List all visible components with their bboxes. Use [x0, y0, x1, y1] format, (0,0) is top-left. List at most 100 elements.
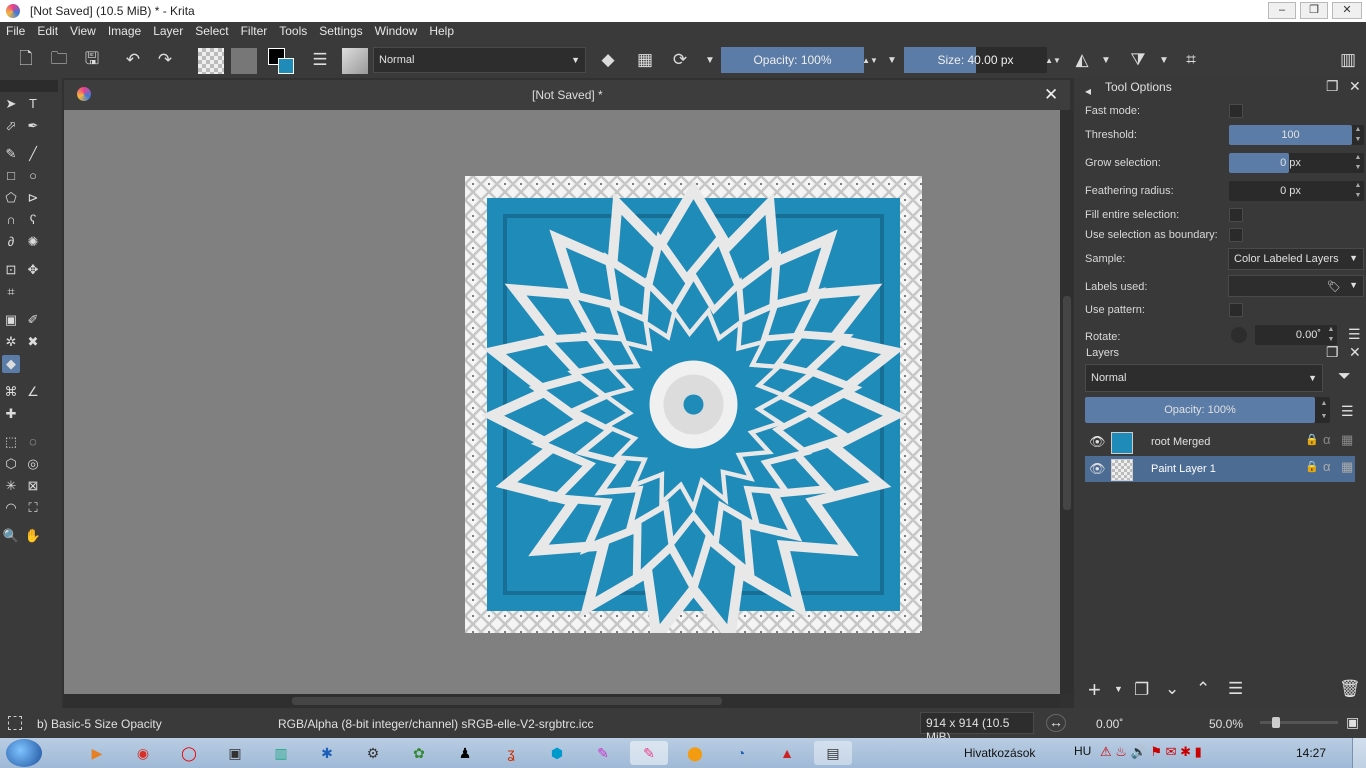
- layer-name[interactable]: Paint Layer 1: [1151, 463, 1216, 475]
- visibility-eye-icon[interactable]: 👁: [1089, 461, 1106, 477]
- visibility-eye-icon[interactable]: 👁: [1089, 434, 1106, 450]
- threshold-slider[interactable]: 100 ▲ ▼: [1229, 125, 1364, 145]
- smart-patch-icon[interactable]: ✲: [2, 333, 20, 351]
- freehand-brush-icon[interactable]: ✎: [2, 145, 20, 163]
- maximize-button[interactable]: ❐: [1300, 2, 1328, 19]
- menu-tools[interactable]: Tools: [273, 22, 313, 40]
- color-selector[interactable]: [268, 48, 294, 74]
- app-icon[interactable]: ⬢: [538, 741, 576, 765]
- wrap-around-icon[interactable]: ⌗: [1179, 48, 1203, 72]
- chevron-down-icon[interactable]: ▼: [1094, 48, 1118, 72]
- pattern-selector[interactable]: [231, 48, 257, 74]
- document-title[interactable]: [Not Saved] *: [532, 88, 603, 102]
- minimize-button[interactable]: ‒: [1268, 2, 1296, 19]
- fast-mode-checkbox[interactable]: [1229, 104, 1243, 118]
- close-document-icon[interactable]: ✕: [1044, 85, 1058, 105]
- similar-select-icon[interactable]: ⊠: [24, 477, 42, 495]
- media-player-icon[interactable]: ▶: [78, 741, 116, 765]
- blend-mode-select[interactable]: Normal ▼: [373, 47, 586, 73]
- gradient-selector[interactable]: [198, 48, 224, 74]
- inherit-alpha-icon[interactable]: ▦: [1341, 459, 1353, 475]
- feathering-radius-slider[interactable]: 0 px ▲ ▼: [1229, 181, 1364, 201]
- close-panel-icon[interactable]: ✕: [1349, 78, 1361, 95]
- contiguous-select-icon[interactable]: ✳: [2, 477, 20, 495]
- edit-shapes-icon[interactable]: ⬀: [2, 117, 20, 135]
- opacity-slider[interactable]: Opacity: 100%: [721, 47, 864, 73]
- color-picker-icon[interactable]: ✐: [24, 311, 42, 329]
- new-document-icon[interactable]: 🗋: [14, 48, 38, 72]
- float-panel-icon[interactable]: ❐: [1326, 78, 1339, 95]
- polygon-select-icon[interactable]: ⬡: [2, 455, 20, 473]
- layer-properties-icon[interactable]: ☰: [1228, 679, 1243, 699]
- menu-image[interactable]: Image: [102, 22, 147, 40]
- bluetooth-icon[interactable]: ✱: [308, 741, 346, 765]
- show-desktop-button[interactable]: [1352, 738, 1366, 768]
- tray-icons[interactable]: ⚠ ♨ 🔊 ⚑ ✉ ✱ ▮: [1100, 744, 1202, 760]
- menu-filter[interactable]: Filter: [235, 22, 274, 40]
- layer-name[interactable]: root Merged: [1151, 436, 1210, 448]
- alpha-lock-icon[interactable]: α: [1323, 459, 1331, 474]
- close-panel-icon[interactable]: ✕: [1349, 344, 1361, 361]
- chevron-down-icon[interactable]: ▼: [1152, 48, 1176, 72]
- vertical-scrollbar[interactable]: [1060, 110, 1074, 694]
- app-icon[interactable]: ʓ: [492, 741, 530, 765]
- polyline-tool-icon[interactable]: ⊳: [24, 189, 42, 207]
- menu-view[interactable]: View: [64, 22, 102, 40]
- menu-file[interactable]: File: [0, 22, 31, 40]
- workspace-icon[interactable]: ▥: [1336, 48, 1360, 72]
- canvas[interactable]: [64, 110, 1060, 694]
- menu-settings[interactable]: Settings: [313, 22, 368, 40]
- add-layer-icon[interactable]: +: [1088, 677, 1101, 703]
- gradient-tool-icon[interactable]: ▣: [2, 311, 20, 329]
- bezier-tool-icon[interactable]: ∩: [2, 211, 20, 229]
- rectangle-tool-icon[interactable]: □: [2, 167, 20, 185]
- multibrush-icon[interactable]: ✺: [24, 233, 42, 251]
- mirror-horizontal-icon[interactable]: ◭: [1070, 48, 1094, 72]
- app-icon[interactable]: ◔: [722, 741, 760, 765]
- vertical-scroll-thumb[interactable]: [1063, 296, 1071, 510]
- brush-settings-icon[interactable]: ☰: [308, 48, 332, 72]
- text-tool-icon[interactable]: T: [24, 95, 42, 113]
- zoom-slider[interactable]: [1260, 717, 1338, 728]
- fill-entire-selection-checkbox[interactable]: [1229, 208, 1243, 222]
- assistant-icon[interactable]: ⌘: [2, 383, 20, 401]
- clock[interactable]: 14:27: [1296, 746, 1326, 760]
- zoom-handle[interactable]: [1272, 717, 1280, 728]
- move-layer-up-icon[interactable]: ⌃: [1196, 679, 1210, 699]
- app-icon[interactable]: ▣: [216, 741, 254, 765]
- rotate-field[interactable]: 0.00˚ ▲ ▼: [1255, 325, 1337, 345]
- duplicate-layer-icon[interactable]: ❐: [1134, 680, 1149, 700]
- eraser-icon[interactable]: ◆: [596, 48, 620, 72]
- labels-used-select[interactable]: 🏷 ▼: [1228, 275, 1364, 297]
- rect-select-icon[interactable]: ⬚: [2, 433, 20, 451]
- links-toolbar[interactable]: Hivatkozások: [964, 746, 1035, 760]
- rotate-dial[interactable]: [1231, 327, 1247, 343]
- app-icon[interactable]: ♟: [446, 741, 484, 765]
- select-shapes-icon[interactable]: ➤: [2, 95, 20, 113]
- delete-layer-icon[interactable]: 🗑: [1339, 679, 1361, 699]
- reference-tool-icon[interactable]: ✚: [2, 405, 20, 423]
- menu-edit[interactable]: Edit: [31, 22, 64, 40]
- bezier-select-icon[interactable]: ◠: [2, 499, 20, 517]
- ellipse-tool-icon[interactable]: ○: [24, 167, 42, 185]
- undo-icon[interactable]: ↶: [121, 48, 145, 72]
- app-icon[interactable]: ⚙: [354, 741, 392, 765]
- brush-preset-icon[interactable]: [342, 48, 368, 74]
- alpha-lock-icon[interactable]: α: [1323, 432, 1331, 447]
- menu-help[interactable]: Help: [423, 22, 460, 40]
- open-document-icon[interactable]: 🗀: [47, 48, 71, 72]
- app-icon[interactable]: ▲: [768, 741, 806, 765]
- redo-icon[interactable]: ↷: [153, 48, 177, 72]
- mirror-vertical-icon[interactable]: ⧩: [1126, 48, 1150, 72]
- use-selection-boundary-checkbox[interactable]: [1229, 228, 1243, 242]
- ellipse-select-icon[interactable]: ◌: [24, 433, 42, 451]
- app-icon[interactable]: ⬤: [676, 741, 714, 765]
- crop-tool-icon[interactable]: ⌗: [2, 283, 20, 301]
- menu-select[interactable]: Select: [189, 22, 234, 40]
- menu-icon[interactable]: ☰: [1348, 326, 1361, 343]
- layer-menu-icon[interactable]: ☰: [1341, 403, 1354, 420]
- horizontal-scrollbar[interactable]: [64, 694, 1060, 708]
- layer-opacity-slider[interactable]: Opacity: 100% ▲ ▼: [1085, 397, 1330, 423]
- freehand-select-icon[interactable]: ◎: [24, 455, 42, 473]
- move-tool-icon[interactable]: ✥: [24, 261, 42, 279]
